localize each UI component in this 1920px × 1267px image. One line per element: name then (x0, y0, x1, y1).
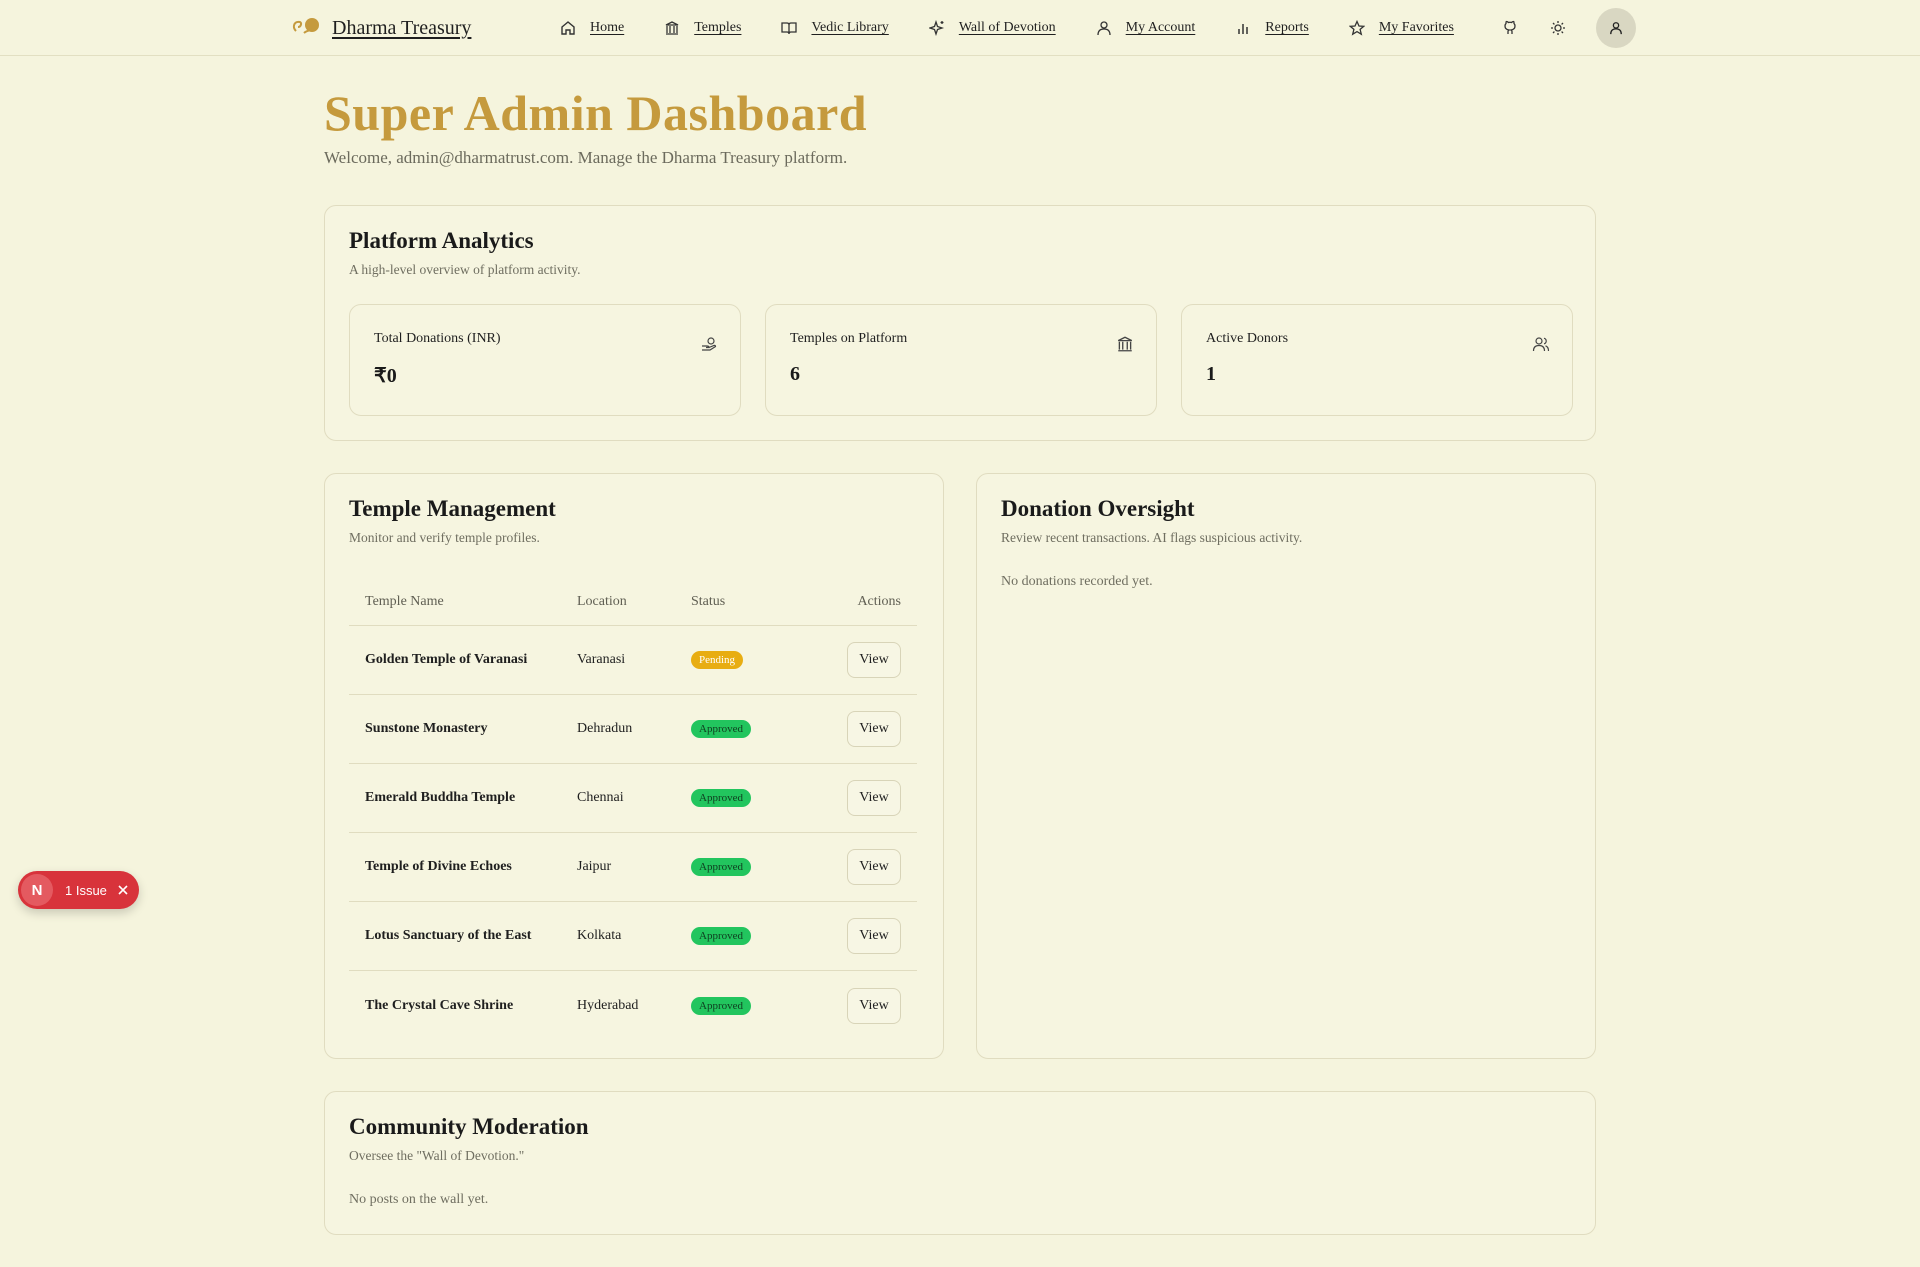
nav-my-account[interactable]: My Account (1096, 20, 1196, 36)
temple-location: Hyderabad (577, 997, 639, 1013)
temple-location: Jaipur (577, 859, 612, 874)
view-button[interactable]: View (847, 918, 901, 954)
table-row: Golden Temple of Varanasi Varanasi Pendi… (349, 626, 917, 695)
nav-vedic-library[interactable]: Vedic Library (781, 20, 889, 36)
close-icon[interactable] (117, 884, 129, 896)
github-icon[interactable] (1500, 18, 1520, 38)
community-moderation-card: Community Moderation Oversee the "Wall o… (324, 1091, 1596, 1235)
hand-coins-icon (702, 337, 717, 351)
stat-label: Active Donors (1206, 331, 1289, 346)
main-nav: Home Temples Vedic Library Wall of Devot… (560, 0, 1454, 56)
stat-value: 6 (790, 363, 800, 385)
users-icon (1532, 337, 1550, 352)
temple-location: Dehradun (577, 721, 633, 736)
top-navbar: Dharma Treasury Home Temples Vedic Libra… (0, 0, 1920, 56)
temple-name: Temple of Divine Echoes (365, 859, 512, 874)
view-button[interactable]: View (847, 987, 901, 1024)
nav-reports-label: Reports (1265, 20, 1309, 35)
stat-active-donors: Active Donors 1 (1181, 304, 1573, 416)
status-badge: Approved (691, 720, 751, 738)
column-header: Status (691, 593, 726, 609)
temple-name: Golden Temple of Varanasi (365, 652, 528, 667)
temple-name: Lotus Sanctuary of the East (365, 928, 532, 943)
view-button[interactable]: View (847, 849, 901, 885)
stat-value: ₹0 (374, 365, 397, 387)
sun-icon[interactable] (1548, 18, 1568, 38)
star-icon (1348, 20, 1365, 36)
status-badge: Approved (691, 789, 751, 807)
column-header: Location (577, 593, 627, 609)
donation-oversight-card: Donation Oversight Review recent transac… (976, 473, 1596, 1059)
stat-temples-on-platform: Temples on Platform 6 (765, 304, 1157, 416)
view-button[interactable]: View (847, 780, 901, 816)
nav-home[interactable]: Home (560, 20, 624, 36)
temple-name: Sunstone Monastery (365, 721, 488, 736)
table-row: Lotus Sanctuary of the East Kolkata Appr… (349, 902, 917, 971)
card-subtitle: Review recent transactions. AI flags sus… (1001, 530, 1303, 545)
temple-location: Kolkata (577, 928, 622, 943)
brand-logo-icon (292, 18, 319, 34)
card-subtitle: A high-level overview of platform activi… (349, 262, 581, 277)
column-header: Temple Name (365, 593, 444, 609)
table-row: Sunstone Monastery Dehradun Approved Vie… (349, 695, 917, 764)
page-title: Super Admin Dashboard (324, 85, 868, 141)
issues-indicator[interactable]: N 1 Issue (18, 871, 139, 909)
empty-state-text: No posts on the wall yet. (349, 1192, 489, 1207)
sparkles-icon (928, 20, 944, 36)
stat-total-donations: Total Donations (INR) ₹0 (349, 304, 741, 416)
card-title: Community Moderation (349, 1114, 589, 1139)
issue-initial-badge: N (21, 874, 53, 906)
book-icon (781, 22, 798, 35)
brand-link[interactable]: Dharma Treasury (290, 10, 471, 46)
stat-label: Total Donations (INR) (374, 331, 501, 346)
card-title: Platform Analytics (349, 228, 534, 253)
brand-name: Dharma Treasury (332, 16, 472, 39)
stat-label: Temples on Platform (790, 331, 908, 346)
nav-temples[interactable]: Temples (664, 20, 741, 36)
status-badge: Approved (691, 927, 751, 945)
table-row: The Crystal Cave Shrine Hyderabad Approv… (349, 971, 917, 1040)
home-icon (561, 21, 575, 35)
temples-table: Temple Name Location Status Actions Gold… (349, 578, 917, 1040)
user-avatar-icon (1610, 22, 1622, 35)
temple-location: Varanasi (577, 652, 626, 667)
temple-management-card: Temple Management Monitor and verify tem… (324, 473, 944, 1059)
nav-reports[interactable]: Reports (1235, 20, 1309, 36)
nav-temples-label: Temples (694, 20, 742, 35)
nav-wall-of-devotion[interactable]: Wall of Devotion (928, 20, 1056, 36)
column-header: Actions (857, 593, 901, 609)
status-badge: Approved (691, 996, 751, 1015)
empty-state-text: No donations recorded yet. (1001, 574, 1153, 589)
page-subtitle: Welcome, admin@dharmatrust.com. Manage t… (324, 148, 848, 167)
nav-my-account-label: My Account (1125, 20, 1196, 35)
table-row: Emerald Buddha Temple Chennai Approved V… (349, 764, 917, 833)
nav-tools (1500, 0, 1636, 56)
user-avatar-button[interactable] (1596, 8, 1636, 48)
nav-home-label: Home (590, 20, 625, 35)
nav-my-favorites-label: My Favorites (1378, 20, 1454, 35)
card-title: Temple Management (349, 496, 556, 521)
card-subtitle: Monitor and verify temple profiles. (349, 530, 540, 545)
temple-location: Chennai (577, 790, 624, 805)
user-icon (1097, 21, 1111, 36)
view-button[interactable]: View (847, 642, 901, 678)
table-header: Temple Name Location Status Actions (349, 578, 917, 626)
stat-value: 1 (1206, 363, 1216, 385)
nav-my-favorites[interactable]: My Favorites (1348, 20, 1454, 36)
status-badge: Pending (691, 651, 744, 669)
temple-name: Emerald Buddha Temple (365, 790, 516, 805)
bar-chart-icon (1238, 24, 1249, 34)
temple-name: The Crystal Cave Shrine (365, 997, 514, 1013)
platform-analytics-card: Platform Analytics A high-level overview… (324, 205, 1596, 441)
issue-count-label: 1 Issue (65, 882, 107, 898)
nav-wall-of-devotion-label: Wall of Devotion (958, 20, 1056, 35)
nav-vedic-library-label: Vedic Library (811, 20, 889, 35)
card-subtitle: Oversee the "Wall of Devotion." (349, 1148, 525, 1163)
card-title: Donation Oversight (1001, 496, 1195, 521)
status-badge: Approved (691, 858, 751, 876)
view-button[interactable]: View (847, 711, 901, 747)
temple-icon (665, 21, 679, 35)
table-row: Temple of Divine Echoes Jaipur Approved … (349, 833, 917, 902)
temple-icon (1117, 336, 1133, 352)
